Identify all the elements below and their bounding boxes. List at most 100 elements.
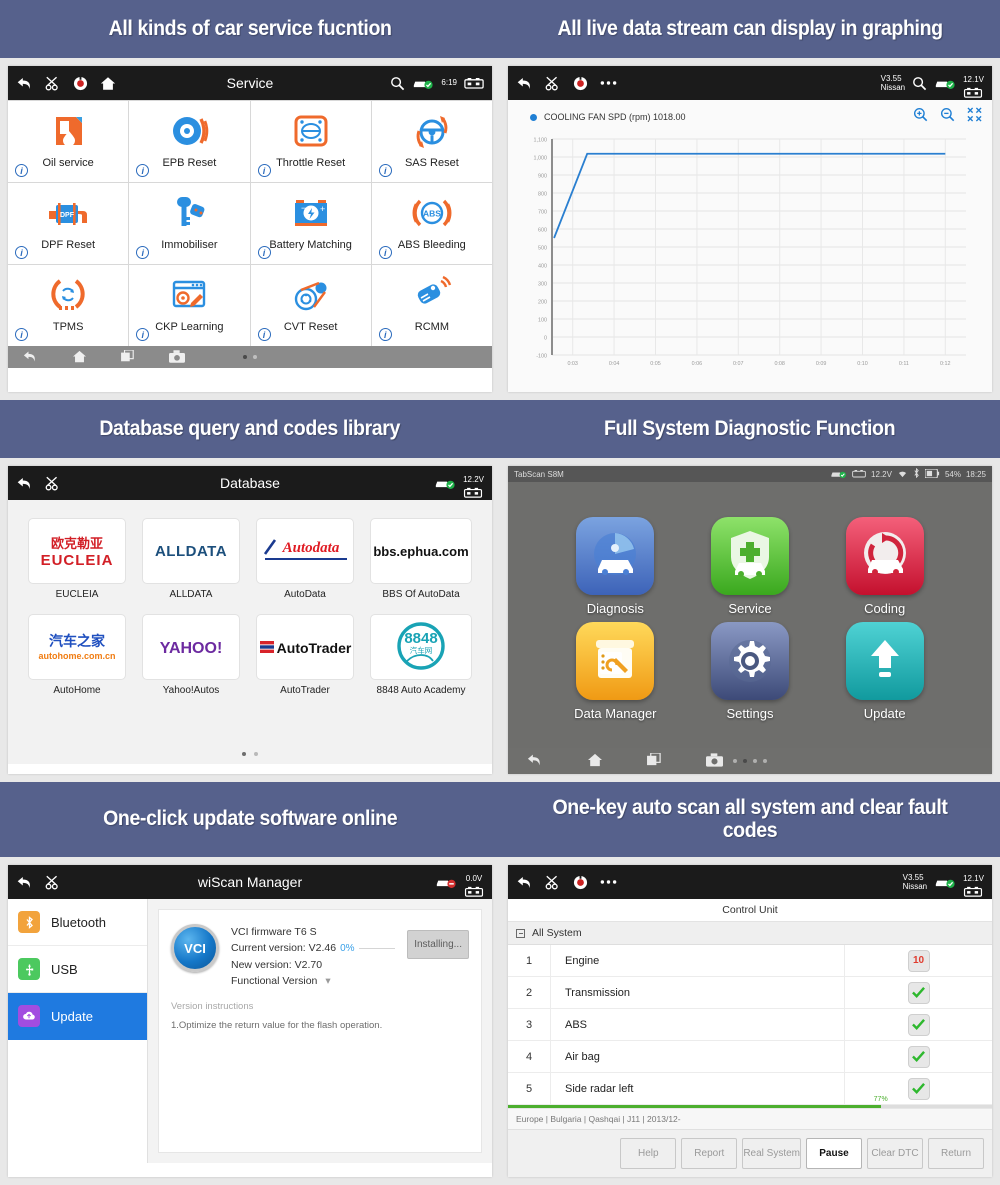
service-tile-tpms[interactable]: TPMS i [8, 265, 129, 346]
zoom-in-icon[interactable] [913, 107, 928, 127]
service-tile-throttle-reset[interactable]: Throttle Reset i [250, 101, 371, 182]
fullsystem-tile-service[interactable]: Service [683, 517, 818, 616]
database-tile-autodata[interactable]: Autodata AutoData [256, 518, 354, 600]
back-icon[interactable] [516, 875, 533, 890]
report-button[interactable]: Report [681, 1138, 738, 1169]
nav-recents-icon[interactable] [121, 348, 135, 365]
info-icon[interactable]: i [15, 328, 28, 341]
service-tile-abs-bleeding[interactable]: ABS ABS Bleeding i [371, 183, 492, 264]
info-icon[interactable]: i [257, 164, 271, 177]
functional-version-row[interactable]: Functional Version ▾ [231, 973, 395, 989]
database-tile-8848-auto-academy[interactable]: 8848 汽车网 8848 Auto Academy [370, 614, 472, 696]
installing-button[interactable]: Installing... [407, 930, 469, 959]
page-dot-4[interactable] [763, 759, 767, 763]
info-icon[interactable]: i [136, 246, 150, 259]
database-tile-autotrader[interactable]: AutoTrader AutoTrader [256, 614, 354, 696]
fullsystem-tile-diagnosis[interactable]: Diagnosis [548, 517, 683, 616]
fullsystem-tile-update[interactable]: Update [817, 622, 952, 721]
more-options-icon[interactable] [600, 80, 617, 86]
nav-home-icon[interactable] [587, 753, 603, 770]
scissors-icon[interactable] [45, 875, 61, 890]
service-tile-battery-matching[interactable]: − + Battery Matching i [250, 183, 371, 264]
nav-back-icon[interactable] [22, 350, 38, 365]
database-tile-bbs-autodata[interactable]: bbs.ephua.com BBS Of AutoData [370, 518, 472, 600]
table-row[interactable]: 1 Engine 10 [508, 945, 992, 977]
all-system-label: All System [532, 927, 582, 939]
scissors-icon[interactable] [45, 76, 61, 91]
database-tile-autohome[interactable]: 汽车之家 autohome.com.cn AutoHome [28, 614, 126, 696]
collapse-box-icon[interactable] [516, 928, 525, 938]
fullsystem-tile-coding[interactable]: Coding [817, 517, 952, 616]
page-dot-1[interactable] [242, 752, 246, 756]
table-row[interactable]: 3 ABS [508, 1009, 992, 1041]
info-icon[interactable]: i [378, 328, 392, 341]
record-icon[interactable] [573, 75, 588, 91]
info-icon[interactable]: i [257, 328, 271, 341]
nav-back-icon[interactable] [526, 753, 543, 770]
search-icon[interactable] [390, 76, 405, 91]
record-icon[interactable] [73, 75, 88, 91]
scissors-icon[interactable] [545, 875, 561, 890]
database-tile-alldata[interactable]: ALLDATA ALLDATA [142, 518, 240, 600]
scissors-icon[interactable] [45, 476, 61, 491]
real-system-button[interactable]: Real System [742, 1138, 801, 1169]
page-dot-2[interactable] [743, 759, 747, 763]
wiscan-status-icons: 0.0V [435, 868, 484, 897]
sidebar-item-usb[interactable]: USB [8, 946, 147, 993]
help-button[interactable]: Help [620, 1138, 677, 1169]
info-icon[interactable]: i [378, 164, 392, 177]
back-icon[interactable] [16, 476, 33, 491]
service-tile-rcmm[interactable]: RCMM i [371, 265, 492, 346]
nav-home-icon[interactable] [72, 350, 87, 365]
page-dot-2[interactable] [254, 752, 258, 756]
info-icon[interactable]: i [136, 164, 150, 177]
pause-button[interactable]: Pause [806, 1138, 862, 1169]
clear-dtc-button[interactable]: Clear DTC [867, 1138, 923, 1169]
wiscan-device: wiScan Manager 0.0V Bluetooth USB Update… [8, 865, 492, 1177]
info-icon[interactable]: i [15, 164, 28, 177]
chevron-down-icon[interactable]: ▾ [325, 975, 330, 987]
database-tile-yahoo-autos[interactable]: YAHOO! Yahoo!Autos [142, 614, 240, 696]
database-body: 欧克勒亚 EUCLEIA EUCLEIA ALLDATA ALLDATA Aut… [8, 500, 492, 764]
service-tile-epb-reset[interactable]: EPB Reset i [129, 101, 250, 182]
info-icon[interactable]: i [257, 246, 271, 259]
back-icon[interactable] [16, 76, 33, 91]
return-button[interactable]: Return [928, 1138, 984, 1169]
service-tile-cvt-reset[interactable]: CVT Reset i [250, 265, 371, 346]
table-row[interactable]: 2 Transmission [508, 977, 992, 1009]
service-tile-ckp-learning[interactable]: CKP Learning i [129, 265, 250, 346]
page-dot-1[interactable] [243, 355, 247, 359]
table-row[interactable]: 5 Side radar left [508, 1073, 992, 1105]
page-dot-1[interactable] [733, 759, 737, 763]
all-system-group-header[interactable]: All System [508, 922, 992, 945]
search-icon[interactable] [912, 76, 927, 91]
record-icon[interactable] [573, 874, 588, 890]
scissors-icon[interactable] [545, 76, 561, 91]
info-icon[interactable]: i [136, 328, 150, 341]
fullsystem-tile-settings[interactable]: Settings [683, 622, 818, 721]
back-icon[interactable] [16, 875, 33, 890]
info-icon[interactable]: i [378, 246, 392, 259]
table-row[interactable]: 4 Air bag [508, 1041, 992, 1073]
home-icon[interactable] [100, 76, 116, 91]
sidebar-item-update[interactable]: Update [8, 993, 147, 1040]
chart-body[interactable]: 1,100 1,000 900 800 700 600 500 400 300 200 100 0 -1… [508, 131, 992, 392]
sidebar-item-bluetooth[interactable]: Bluetooth [8, 899, 147, 946]
nav-recents-icon[interactable] [647, 751, 662, 770]
service-tile-label: ABS Bleeding [397, 239, 466, 251]
page-dot-2[interactable] [253, 355, 257, 359]
back-icon[interactable] [516, 76, 533, 91]
service-tile-sas-reset[interactable]: SAS Reset i [371, 101, 492, 182]
zoom-out-icon[interactable] [940, 107, 955, 127]
service-tile-immobiliser[interactable]: Immobiliser i [129, 183, 250, 264]
fullsystem-tile-data-manager[interactable]: Data Manager [548, 622, 683, 721]
page-dot-3[interactable] [753, 759, 757, 763]
more-options-icon[interactable] [600, 879, 617, 885]
service-tile-dpf-reset[interactable]: DPF DPF Reset i [8, 183, 129, 264]
collapse-icon[interactable] [967, 107, 982, 127]
database-tile-eucleia[interactable]: 欧克勒亚 EUCLEIA EUCLEIA [28, 518, 126, 600]
service-tile-oil-service[interactable]: Oil service i [8, 101, 129, 182]
nav-screenshot-icon[interactable] [706, 752, 723, 770]
nav-screenshot-icon[interactable] [169, 349, 185, 365]
info-icon[interactable]: i [15, 246, 28, 259]
